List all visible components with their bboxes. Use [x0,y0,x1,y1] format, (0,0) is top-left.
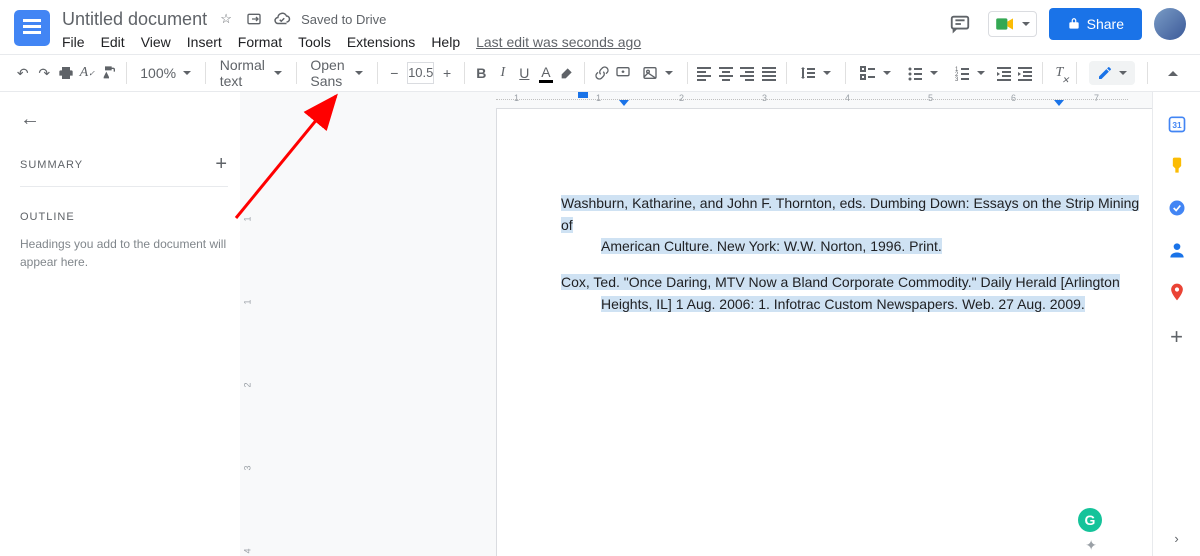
hide-panel-icon[interactable]: › [1174,531,1178,546]
indent-dec-button[interactable] [995,60,1013,86]
grammarly-icon[interactable]: G [1078,508,1102,532]
svg-text:31: 31 [1172,120,1182,130]
indent-inc-button[interactable] [1016,60,1034,86]
first-line-indent-marker[interactable] [578,92,588,98]
meet-button[interactable] [988,11,1037,37]
keep-icon[interactable] [1167,156,1187,176]
docs-logo-icon[interactable] [14,10,50,46]
menu-format[interactable]: Format [238,34,282,50]
user-avatar[interactable] [1154,8,1186,40]
line-spacing-button[interactable] [794,65,837,81]
vertical-ruler[interactable]: 1 1 2 3 4 [240,108,262,556]
italic-button[interactable]: I [494,60,512,86]
clear-format-button[interactable]: T✕ [1051,60,1069,86]
bold-button[interactable]: B [473,60,491,86]
contacts-icon[interactable] [1167,240,1187,260]
text-color-button[interactable]: A [537,60,555,86]
left-indent-marker[interactable] [619,100,629,106]
share-label: Share [1087,16,1124,32]
spellcheck-button[interactable]: A✓ [79,60,97,86]
star-icon[interactable]: ☆ [217,10,235,28]
link-button[interactable] [593,60,611,86]
highlight-button[interactable] [559,60,577,86]
calendar-icon[interactable]: 31 [1167,114,1187,134]
font-dec-button[interactable]: − [386,60,404,86]
bulleted-list-button[interactable] [901,65,944,81]
font-size-input[interactable]: 10.5 [407,62,434,84]
align-left-button[interactable] [696,60,714,86]
font-combo[interactable]: Open Sans [304,57,369,89]
summary-heading: SUMMARY [20,159,83,171]
right-indent-marker[interactable] [1054,100,1064,106]
menu-file[interactable]: File [62,34,85,50]
menu-help[interactable]: Help [431,34,460,50]
image-button[interactable] [636,65,679,81]
outline-placeholder: Headings you add to the document will ap… [20,235,228,271]
align-justify-button[interactable] [760,60,778,86]
move-icon[interactable] [245,10,263,28]
maps-icon[interactable] [1167,282,1187,302]
horizontal-ruler[interactable]: 1 1 2 3 4 5 6 7 [262,92,1152,108]
comments-history-icon[interactable] [944,8,976,40]
menu-tools[interactable]: Tools [298,34,331,50]
menu-edit[interactable]: Edit [101,34,125,50]
menu-insert[interactable]: Insert [187,34,222,50]
align-right-button[interactable] [739,60,757,86]
print-button[interactable] [57,60,75,86]
addons-icon[interactable]: + [1167,324,1187,344]
doc-title[interactable]: Untitled document [62,9,207,30]
numbered-list-button[interactable]: 123 [948,65,991,81]
font-inc-button[interactable]: + [438,60,456,86]
lock-icon [1067,17,1081,31]
paragraph-2[interactable]: Cox, Ted. "Once Daring, MTV Now a Bland … [561,272,1141,315]
style-combo[interactable]: Normal text [214,57,288,89]
cloud-icon[interactable] [273,10,291,28]
checklist-button[interactable] [854,65,897,81]
outline-heading: OUTLINE [20,211,228,223]
tasks-icon[interactable] [1167,198,1187,218]
menu-view[interactable]: View [141,34,171,50]
align-center-button[interactable] [717,60,735,86]
back-arrow-icon[interactable]: ← [20,108,40,131]
underline-button[interactable]: U [516,60,534,86]
paint-format-button[interactable] [100,60,118,86]
svg-text:3: 3 [955,77,959,81]
paragraph-1[interactable]: Washburn, Katharine, and John F. Thornto… [561,193,1141,258]
editing-mode-button[interactable] [1089,61,1135,85]
menu-extensions[interactable]: Extensions [347,34,415,50]
redo-button[interactable]: ↷ [36,60,54,86]
chevron-down-icon [1022,22,1030,26]
undo-button[interactable]: ↶ [14,60,32,86]
document-page[interactable]: Washburn, Katharine, and John F. Thornto… [496,108,1152,556]
zoom-combo[interactable]: 100% [134,65,197,81]
saved-status: Saved to Drive [301,12,386,27]
share-button[interactable]: Share [1049,8,1142,40]
comment-button[interactable] [614,60,632,86]
explore-icon[interactable]: ✦ [1085,537,1097,554]
last-edit-link[interactable]: Last edit was seconds ago [476,34,641,50]
add-summary-button[interactable]: + [215,153,228,176]
collapse-toolbar-button[interactable] [1160,60,1186,86]
